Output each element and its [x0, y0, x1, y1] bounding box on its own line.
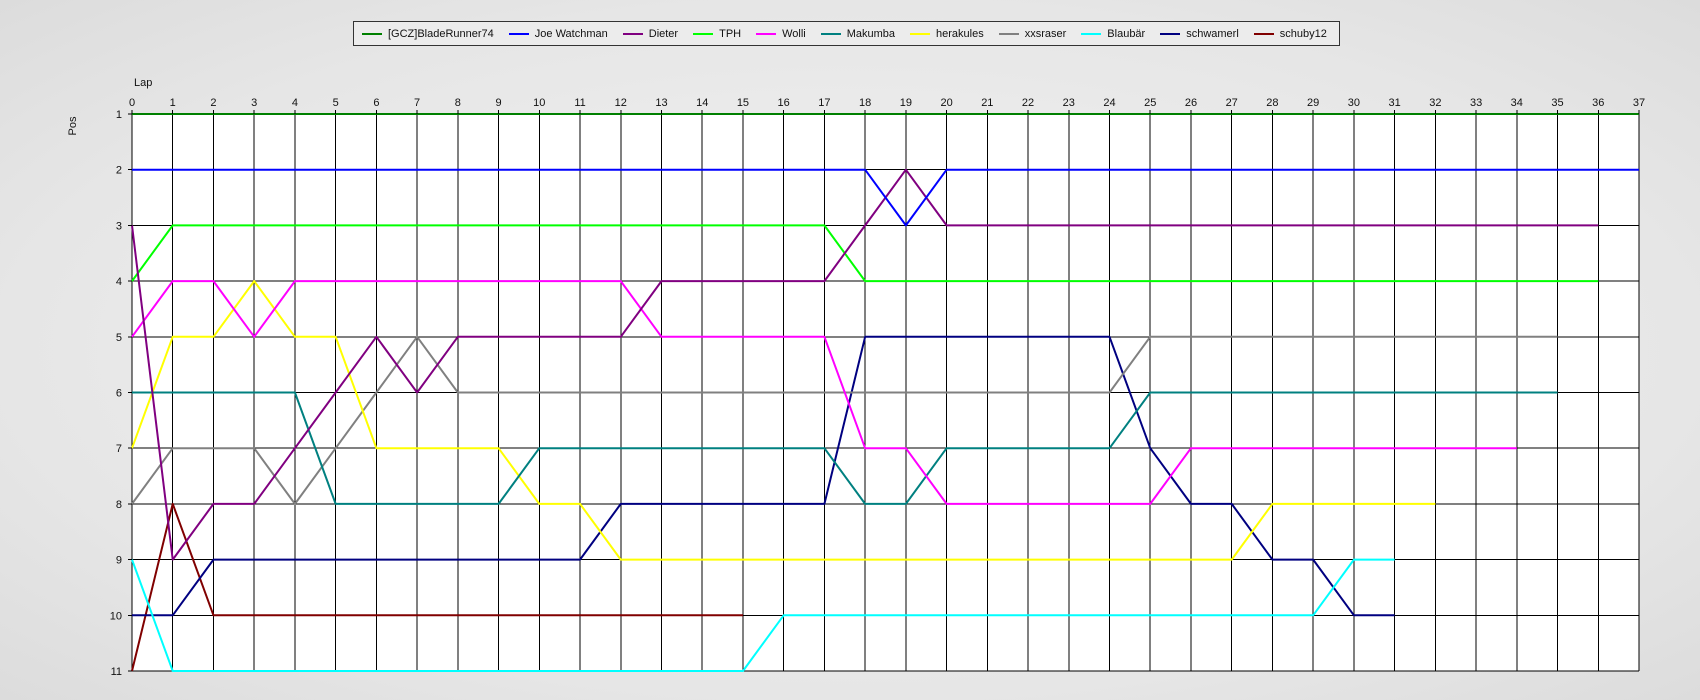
x-tick-label: 7: [414, 97, 420, 109]
x-tick-label: 23: [1063, 97, 1075, 109]
x-tick-label: 0: [129, 97, 135, 109]
y-tick-label: 1: [116, 109, 122, 121]
x-tick-label: 9: [496, 97, 502, 109]
x-tick-label: 11: [574, 97, 585, 109]
x-tick-label: 6: [373, 97, 379, 109]
x-tick-label: 28: [1266, 97, 1278, 109]
x-tick-label: 5: [333, 97, 339, 109]
x-tick-label: 1: [170, 97, 176, 109]
x-tick-label: 19: [900, 97, 912, 109]
x-tick-label: 30: [1348, 97, 1360, 109]
x-tick-label: 12: [615, 97, 627, 109]
x-tick-label: 35: [1551, 97, 1563, 109]
x-tick-label: 31: [1388, 97, 1400, 109]
y-tick-label: 10: [110, 610, 122, 622]
x-tick-label: 27: [1226, 97, 1238, 109]
x-tick-label: 13: [655, 97, 667, 109]
x-tick-label: 25: [1144, 97, 1156, 109]
y-tick-label: 3: [116, 220, 122, 232]
x-tick-label: 37: [1633, 97, 1645, 109]
x-tick-label: 3: [251, 97, 257, 109]
x-tick-label: 29: [1307, 97, 1319, 109]
x-tick-label: 8: [455, 97, 461, 109]
x-axis-label: Lap: [134, 77, 152, 89]
x-tick-label: 17: [818, 97, 830, 109]
y-tick-label: 4: [116, 276, 122, 288]
x-tick-label: 21: [981, 97, 993, 109]
lap-position-chart: [GCZ]BladeRunner74 Joe Watchman Dieter TPH W…: [0, 0, 1700, 700]
x-tick-label: 10: [533, 97, 545, 109]
y-tick-label: 6: [116, 388, 122, 400]
x-tick-label: 18: [859, 97, 871, 109]
x-tick-label: 32: [1429, 97, 1441, 109]
y-tick-label: 11: [111, 666, 122, 678]
x-tick-label: 15: [737, 97, 749, 109]
y-tick-label: 2: [116, 165, 122, 177]
x-tick-label: 16: [778, 97, 790, 109]
x-tick-label: 20: [940, 97, 952, 109]
x-tick-label: 24: [1103, 97, 1115, 109]
y-tick-label: 5: [116, 332, 122, 344]
y-tick-label: 8: [116, 499, 122, 511]
x-tick-label: 33: [1470, 97, 1482, 109]
x-tick-label: 4: [292, 97, 298, 109]
x-tick-label: 36: [1592, 97, 1604, 109]
x-tick-label: 2: [210, 97, 216, 109]
x-tick-label: 26: [1185, 97, 1197, 109]
y-axis-label: Pos: [67, 116, 79, 135]
y-tick-label: 7: [116, 443, 122, 455]
x-tick-label: 22: [1022, 97, 1034, 109]
x-tick-label: 14: [696, 97, 708, 109]
y-tick-label: 9: [116, 555, 122, 567]
chart-plot: 0 1 2 3 4 5 6 7 8 9 10 11 12 13 14 15 16 17 18 19 20 21 22 23 24…: [67, 77, 1645, 678]
x-tick-label: 34: [1511, 97, 1523, 109]
